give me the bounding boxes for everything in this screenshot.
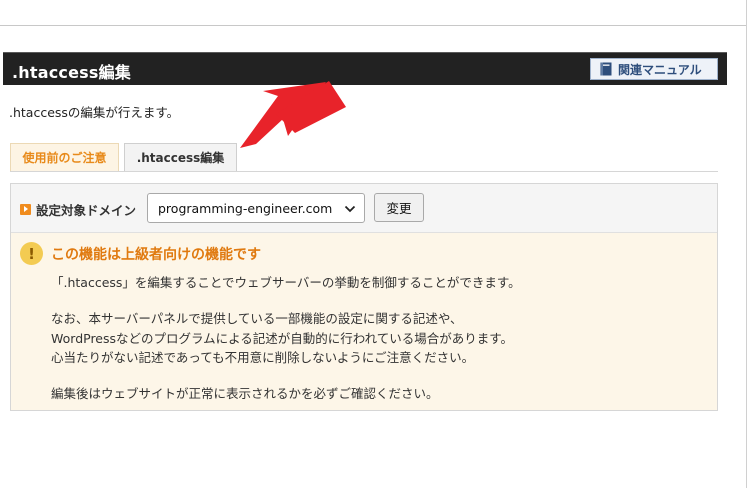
header-bar: .htaccess編集 関連マニュアル — [3, 52, 727, 85]
warning-text: 心当たりがない記述であっても不用意に削除しないようにご注意ください。 — [51, 350, 475, 365]
content-panel: 設定対象ドメイン programming-engineer.com 変更 ! こ… — [10, 183, 718, 411]
warning-text: 編集後はウェブサイトが正常に表示されるかを必ずご確認ください。 — [51, 386, 439, 401]
tab-usage-notice-label: 使用前のご注意 — [22, 151, 107, 165]
domain-row: 設定対象ドメイン programming-engineer.com 変更 — [11, 184, 717, 233]
warning-box: ! この機能は上級者向けの機能です 「.htaccess」を編集することでウェブ… — [11, 233, 717, 410]
manual-button-label: 関連マニュアル — [618, 62, 702, 77]
warning-text: WordPressなどのプログラムによる記述が自動的に行われている場合があります… — [51, 331, 514, 346]
domain-label: 設定対象ドメイン — [20, 200, 136, 219]
manual-button[interactable]: 関連マニュアル — [590, 58, 718, 80]
page-title: .htaccess編集 — [12, 63, 131, 82]
warning-text: 「.htaccess」を編集することでウェブサーバーの挙動を制御することができま… — [51, 275, 521, 290]
book-icon — [600, 62, 612, 76]
domain-select-value: programming-engineer.com — [158, 200, 333, 216]
exclamation-icon: ! — [20, 242, 43, 265]
right-divider — [746, 0, 747, 488]
play-marker-icon — [20, 204, 31, 215]
chevron-down-icon — [344, 205, 356, 213]
tab-htaccess-edit-label: .htaccess編集 — [136, 151, 225, 165]
page-description: .htaccessの編集が行えます。 — [9, 105, 180, 120]
tab-underline — [10, 171, 718, 172]
warning-text: なお、本サーバーパネルで提供している一部機能の設定に関する記述や、 — [51, 311, 463, 326]
change-button[interactable]: 変更 — [374, 193, 424, 222]
tab-usage-notice[interactable]: 使用前のご注意 — [10, 143, 119, 171]
top-divider — [0, 25, 747, 26]
domain-label-text: 設定対象ドメイン — [36, 203, 137, 218]
domain-select[interactable]: programming-engineer.com — [147, 193, 365, 223]
tab-htaccess-edit[interactable]: .htaccess編集 — [124, 143, 237, 171]
warning-title: この機能は上級者向けの機能です — [51, 247, 261, 263]
red-arrow-annotation — [240, 81, 346, 148]
